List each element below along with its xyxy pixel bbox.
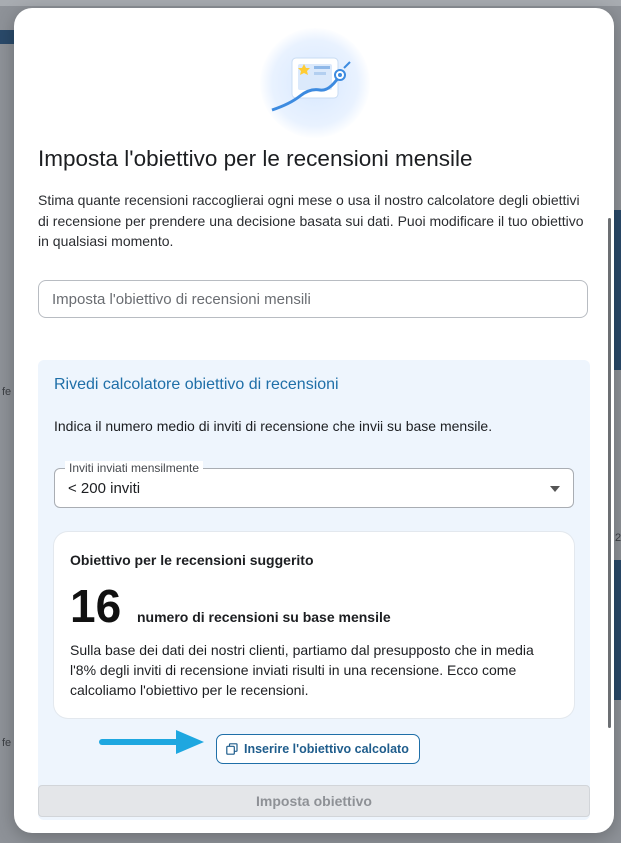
calculator-title: Rivedi calcolatore obiettivo di recensio… (54, 376, 339, 393)
suggested-goal-title: Obiettivo per le recensioni suggerito (70, 552, 314, 568)
scrollbar[interactable] (608, 218, 611, 728)
monthly-goal-input[interactable] (38, 280, 588, 318)
select-label: Inviti inviati mensilmente (65, 461, 204, 475)
background-text: 2 (615, 532, 621, 544)
background-text: fe (2, 386, 12, 398)
insert-calculated-goal-button[interactable]: Inserire l'obiettivo calcolato (216, 734, 420, 764)
suggested-goal-number: 16 (70, 580, 122, 632)
background-text: fe (2, 737, 12, 749)
chevron-down-icon (550, 486, 560, 492)
goal-illustration (260, 28, 370, 138)
modal-title: Imposta l'obiettivo per le recensioni me… (38, 146, 473, 171)
suggested-goal-note: Sulla base dei dati dei nostri clienti, … (70, 642, 534, 698)
suggested-goal-card: Obiettivo per le recensioni suggerito 16… (54, 532, 574, 718)
select-value: < 200 inviti (68, 480, 141, 497)
insert-calculated-goal-label: Inserire l'obiettivo calcolato (244, 742, 409, 756)
set-goal-button[interactable]: Imposta obiettivo (38, 785, 590, 817)
suggested-goal-label: numero di recensioni su base mensile (137, 609, 391, 625)
modal-description: Stima quante recensioni raccoglierai ogn… (38, 192, 584, 249)
calculator-instruction: Indica il numero medio di inviti di rece… (54, 418, 493, 434)
background-element (0, 30, 14, 44)
background-element (614, 210, 621, 370)
growth-chart-icon (271, 57, 351, 112)
pointer-arrow-icon (99, 730, 204, 754)
background-element (614, 560, 621, 700)
monthly-invites-select[interactable]: Inviti inviati mensilmente < 200 inviti (54, 461, 574, 508)
goal-modal: Imposta l'obiettivo per le recensioni me… (14, 8, 614, 833)
copy-icon (226, 743, 238, 755)
background-app (0, 0, 621, 6)
